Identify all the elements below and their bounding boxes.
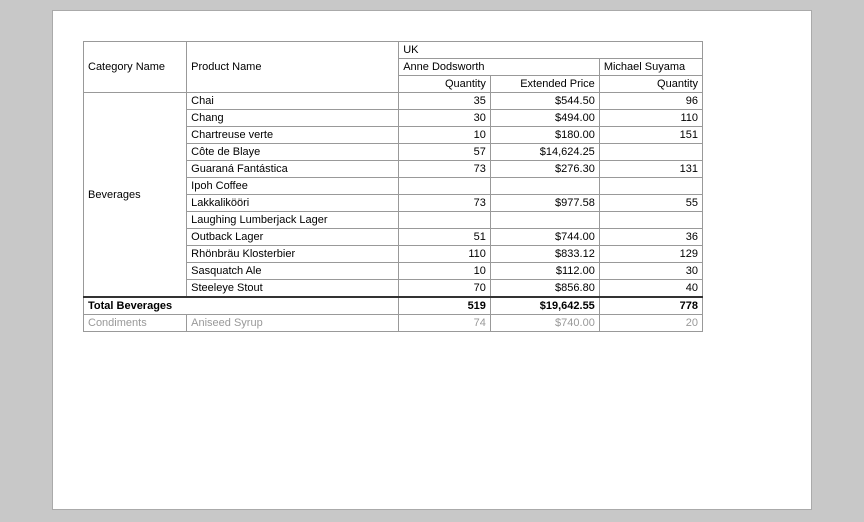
- table-row-next: Condiments Aniseed Syrup 74 $740.00 20: [84, 315, 703, 332]
- qty2-cell: 40: [599, 280, 702, 298]
- total-label: Total Beverages: [84, 297, 399, 315]
- product-cell: Sasquatch Ale: [187, 263, 399, 280]
- product-cell: Rhönbräu Klosterbier: [187, 246, 399, 263]
- qty2-cell: 151: [599, 127, 702, 144]
- qty2-cell: 36: [599, 229, 702, 246]
- header-ext-price: Extended Price: [490, 76, 599, 93]
- product-cell: Guaraná Fantástica: [187, 161, 399, 178]
- product-cell: Chartreuse verte: [187, 127, 399, 144]
- total-qty1: 519: [399, 297, 491, 315]
- qty1-cell: 51: [399, 229, 491, 246]
- qty1-cell: [399, 212, 491, 229]
- qty1-cell: 73: [399, 161, 491, 178]
- ext-cell: [490, 212, 599, 229]
- qty1-cell: 73: [399, 195, 491, 212]
- qty1-cell: 35: [399, 93, 491, 110]
- header-person1: Anne Dodsworth: [399, 59, 600, 76]
- ext-cell: $180.00: [490, 127, 599, 144]
- qty1-cell: 30: [399, 110, 491, 127]
- product-cell: Steeleye Stout: [187, 280, 399, 298]
- header-category: Category Name: [84, 42, 187, 93]
- qty1-cell: 110: [399, 246, 491, 263]
- header-qty2: Quantity: [599, 76, 702, 93]
- header-row-region: Category Name Product Name UK: [84, 42, 703, 59]
- qty1-cell: 57: [399, 144, 491, 161]
- report-table-container: Category Name Product Name UK Anne Dodsw…: [83, 41, 801, 332]
- ext-cell: $14,624.25: [490, 144, 599, 161]
- product-cell: Chai: [187, 93, 399, 110]
- ext-cell: $494.00: [490, 110, 599, 127]
- total-row: Total Beverages 519 $19,642.55 778: [84, 297, 703, 315]
- next-category: Condiments: [84, 315, 187, 332]
- ext-cell: $744.00: [490, 229, 599, 246]
- qty2-cell: 96: [599, 93, 702, 110]
- table-row: Beverages Chai 35 $544.50 96: [84, 93, 703, 110]
- next-ext: $740.00: [490, 315, 599, 332]
- product-cell: Lakkalikööri: [187, 195, 399, 212]
- header-qty1: Quantity: [399, 76, 491, 93]
- ext-cell: $112.00: [490, 263, 599, 280]
- header-person2: Michael Suyama: [599, 59, 702, 76]
- ext-cell: [490, 178, 599, 195]
- ext-cell: $544.50: [490, 93, 599, 110]
- total-ext: $19,642.55: [490, 297, 599, 315]
- qty2-cell: 131: [599, 161, 702, 178]
- next-qty2: 20: [599, 315, 702, 332]
- pivot-table: Category Name Product Name UK Anne Dodsw…: [83, 41, 703, 332]
- qty2-cell: 30: [599, 263, 702, 280]
- product-cell: Côte de Blaye: [187, 144, 399, 161]
- ext-cell: $977.58: [490, 195, 599, 212]
- category-cell: Beverages: [84, 93, 187, 298]
- product-cell: Outback Lager: [187, 229, 399, 246]
- product-cell: Chang: [187, 110, 399, 127]
- qty2-cell: 55: [599, 195, 702, 212]
- ext-cell: $276.30: [490, 161, 599, 178]
- qty1-cell: [399, 178, 491, 195]
- qty1-cell: 70: [399, 280, 491, 298]
- product-cell: Ipoh Coffee: [187, 178, 399, 195]
- qty2-cell: [599, 178, 702, 195]
- header-product: Product Name: [187, 42, 399, 93]
- product-cell: Laughing Lumberjack Lager: [187, 212, 399, 229]
- qty2-cell: [599, 144, 702, 161]
- qty2-cell: [599, 212, 702, 229]
- total-qty2: 778: [599, 297, 702, 315]
- qty1-cell: 10: [399, 263, 491, 280]
- qty1-cell: 10: [399, 127, 491, 144]
- qty2-cell: 129: [599, 246, 702, 263]
- ext-cell: $833.12: [490, 246, 599, 263]
- next-qty1: 74: [399, 315, 491, 332]
- report-page: Category Name Product Name UK Anne Dodsw…: [52, 10, 812, 510]
- next-product: Aniseed Syrup: [187, 315, 399, 332]
- header-region: UK: [399, 42, 703, 59]
- ext-cell: $856.80: [490, 280, 599, 298]
- qty2-cell: 110: [599, 110, 702, 127]
